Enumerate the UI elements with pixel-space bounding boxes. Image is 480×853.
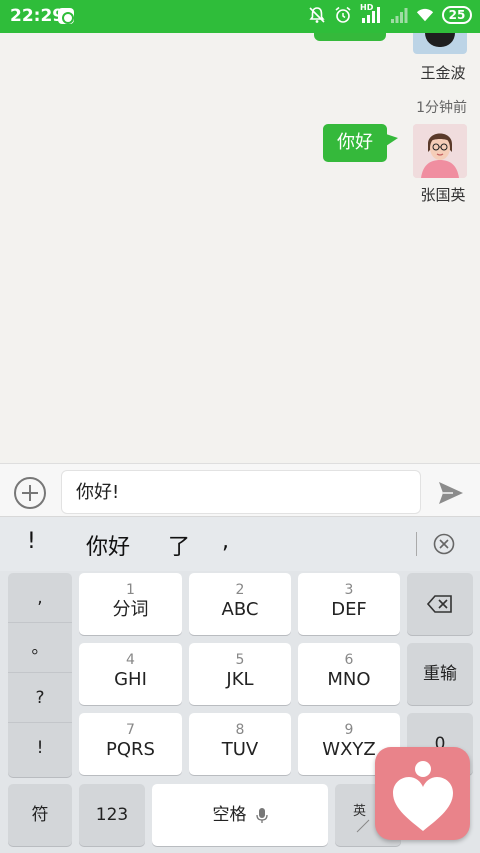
avatar-wang-jinbo[interactable]: [413, 33, 467, 54]
symbol-key[interactable]: !: [8, 723, 72, 773]
number-switch-key[interactable]: 123: [79, 784, 145, 846]
wifi-icon: [416, 8, 434, 22]
sender-name: 王金波: [420, 64, 466, 82]
message-input[interactable]: 你好!: [61, 470, 421, 514]
candidate-divider: [416, 532, 417, 556]
clear-circle-icon[interactable]: [433, 533, 455, 555]
signal-icon: HD: [360, 3, 382, 24]
key-6-mno[interactable]: 6 MNO: [298, 643, 400, 705]
candidate-item[interactable]: 你好: [86, 529, 130, 561]
key-8-tuv[interactable]: 8 TUV: [189, 713, 291, 775]
microphone-icon: [255, 807, 268, 823]
key-7-pqrs[interactable]: 7 PQRS: [79, 713, 182, 775]
app-notification-icon: [58, 8, 74, 24]
symbol-key[interactable]: 。: [8, 623, 72, 673]
backspace-key[interactable]: [407, 573, 473, 635]
candidate-item[interactable]: 了: [168, 529, 190, 561]
candidate-item[interactable]: !: [27, 529, 36, 554]
key-2-abc[interactable]: 2 ABC: [189, 573, 291, 635]
reinput-key[interactable]: 重输: [407, 643, 473, 705]
alarm-icon: [335, 6, 351, 23]
previous-message-bubble[interactable]: [314, 33, 386, 41]
message-bubble[interactable]: 你好: [323, 124, 387, 162]
symbol-key[interactable]: ,: [8, 573, 72, 623]
key-1-fenci[interactable]: 1 分词: [79, 573, 182, 635]
key-3-def[interactable]: 3 DEF: [298, 573, 400, 635]
heart-person-icon: [393, 761, 453, 831]
space-key[interactable]: 空格: [152, 784, 328, 846]
message-input-bar: 你好!: [0, 463, 480, 516]
plus-circle-icon[interactable]: [14, 477, 46, 509]
status-time: 22:29: [10, 6, 65, 26]
avatar-photo-icon: [413, 124, 467, 178]
mute-notification-icon: [309, 7, 325, 23]
symbol-column[interactable]: , 。 ? !: [8, 573, 72, 777]
key-5-jkl[interactable]: 5 JKL: [189, 643, 291, 705]
send-icon[interactable]: [437, 480, 465, 506]
candidate-item[interactable]: ,: [222, 529, 229, 554]
symbol-switch-key[interactable]: 符: [8, 784, 72, 846]
key-4-ghi[interactable]: 4 GHI: [79, 643, 182, 705]
chat-area[interactable]: 王金波 1分钟前 你好 张国英: [0, 33, 480, 463]
symbol-key[interactable]: ?: [8, 673, 72, 723]
bubble-tail: [386, 134, 398, 146]
battery-indicator: 25: [442, 6, 472, 24]
status-icons: HD 25: [308, 3, 472, 24]
sender-name: 张国英: [420, 186, 466, 204]
signal-weak-icon: [391, 8, 408, 23]
avatar-zhang-guoying[interactable]: [413, 124, 467, 178]
ime-candidate-bar: ! 你好 了 ,: [0, 516, 480, 571]
backspace-icon: [426, 595, 452, 613]
floating-app-button[interactable]: [375, 747, 470, 840]
status-bar: 22:29 HD 25: [0, 0, 480, 33]
message-timestamp: 1分钟前: [416, 100, 467, 116]
